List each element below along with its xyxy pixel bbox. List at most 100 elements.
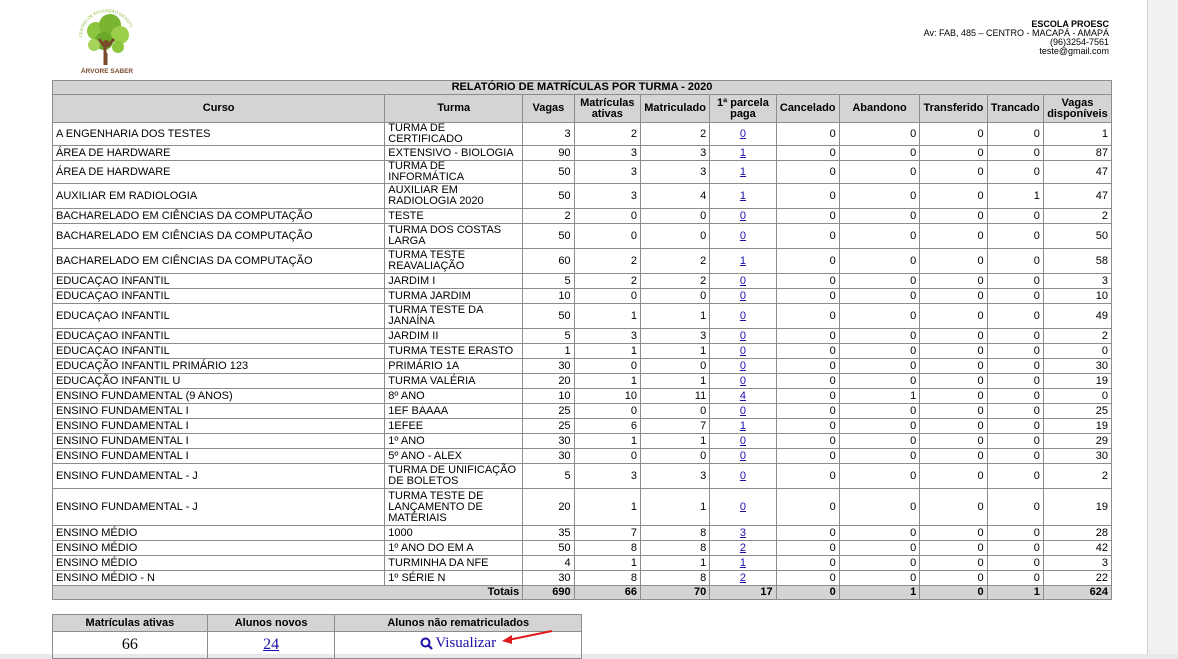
installment-link[interactable]: 1 — [740, 190, 746, 202]
course-cell: EDUCAÇAO INFANTIL — [51, 328, 386, 344]
total-value: 690 — [522, 585, 575, 600]
value-cell: 25 — [522, 418, 575, 434]
installment-link[interactable]: 1 — [740, 557, 746, 569]
column-header: Matrículas ativas — [573, 94, 642, 123]
table-row: ENSINO MÉDIO 1º ANO DO EM A 50 8 8 2 0 0 0 0 42 — [51, 540, 1113, 556]
installment-link[interactable]: 0 — [740, 230, 746, 242]
value-cell: 0 — [919, 418, 988, 434]
installment-cell: 0 — [709, 358, 777, 374]
column-header: Trancado — [986, 94, 1044, 123]
installment-link[interactable]: 1 — [740, 147, 746, 159]
value-cell: 0 — [919, 388, 988, 404]
value-cell: 1 — [573, 433, 642, 449]
value-cell: 0 — [986, 463, 1044, 489]
value-cell: 0 — [919, 183, 988, 209]
installment-link[interactable]: 0 — [740, 275, 746, 287]
installment-link[interactable]: 0 — [740, 405, 746, 417]
installment-link[interactable]: 0 — [740, 360, 746, 372]
installment-link[interactable]: 0 — [740, 501, 746, 513]
value-cell: 3 — [522, 122, 575, 146]
table-row: EDUCAÇÃO INFANTIL PRIMÁRIO 123 PRIMÁRIO 1… — [51, 358, 1113, 374]
total-value: 66 — [573, 585, 642, 600]
totals-row: Totais 690 66 70 17 0 1 0 1 624 — [51, 585, 1113, 600]
installment-link[interactable]: 0 — [740, 310, 746, 322]
value-cell: 0 — [838, 183, 921, 209]
value-cell: 0 — [986, 248, 1044, 274]
total-value: 0 — [775, 585, 840, 600]
class-cell: 8º ANO — [384, 388, 524, 404]
installment-link[interactable]: 0 — [740, 210, 746, 222]
course-cell: BACHARELADO EM CIÊNCIAS DA COMPUTAÇÃO — [51, 223, 386, 249]
table-row: A ENGENHARIA DOS TESTES TURMA DE CERTIFIC… — [51, 122, 1113, 146]
value-cell: 29 — [1042, 433, 1113, 449]
value-cell: 3 — [640, 145, 711, 161]
installment-cell: 0 — [709, 303, 777, 329]
value-cell: 1 — [640, 373, 711, 389]
value-cell: 0 — [838, 463, 921, 489]
class-cell: AUXILIAR EM RADIOLOGIA 2020 — [384, 183, 524, 209]
value-cell: 0 — [775, 145, 840, 161]
value-cell: 0 — [573, 288, 642, 304]
value-cell: 4 — [522, 555, 575, 571]
class-cell: EXTENSIVO - BIOLOGIA — [384, 145, 524, 161]
installment-link[interactable]: 0 — [740, 470, 746, 482]
column-header: Curso — [51, 94, 386, 123]
value-cell: 3 — [640, 160, 711, 184]
installment-link[interactable]: 1 — [740, 255, 746, 267]
column-header: Transferido — [919, 94, 988, 123]
installment-link[interactable]: 3 — [740, 527, 746, 539]
value-cell: 0 — [838, 160, 921, 184]
visualizar-link[interactable]: Visualizar — [420, 635, 496, 652]
table-row: BACHARELADO EM CIÊNCIAS DA COMPUTAÇÃO TUR… — [51, 248, 1113, 274]
value-cell: 0 — [838, 488, 921, 526]
total-value: 17 — [709, 585, 777, 600]
value-cell: 7 — [640, 418, 711, 434]
table-row: ÁREA DE HARDWARE TURMA DE INFORMÁTICA 50 3 3… — [51, 160, 1113, 184]
table-row: BACHARELADO EM CIÊNCIAS DA COMPUTAÇÃO TUR… — [51, 223, 1113, 249]
class-cell: 1EFEE — [384, 418, 524, 434]
value-cell: 30 — [522, 448, 575, 464]
installment-cell: 2 — [709, 540, 777, 556]
installment-link[interactable]: 0 — [740, 128, 746, 140]
value-cell: 35 — [522, 525, 575, 541]
value-cell: 60 — [522, 248, 575, 274]
installment-cell: 3 — [709, 525, 777, 541]
installment-link[interactable]: 0 — [740, 330, 746, 342]
value-cell: 1 — [640, 303, 711, 329]
value-cell: 0 — [838, 248, 921, 274]
installment-link[interactable]: 0 — [740, 345, 746, 357]
table-row: ÁREA DE HARDWARE EXTENSIVO - BIOLOGIA 90 3 3… — [51, 145, 1113, 161]
course-cell: ÁREA DE HARDWARE — [51, 160, 386, 184]
class-cell: TESTE — [384, 208, 524, 224]
value-cell: 0 — [775, 248, 840, 274]
value-cell: 0 — [919, 463, 988, 489]
installment-cell: 0 — [709, 208, 777, 224]
course-cell: EDUCAÇAO INFANTIL — [51, 288, 386, 304]
installment-link[interactable]: 0 — [740, 375, 746, 387]
course-cell: EDUCAÇAO INFANTIL — [51, 303, 386, 329]
installment-link[interactable]: 1 — [740, 420, 746, 432]
installment-link[interactable]: 0 — [740, 435, 746, 447]
value-cell: 0 — [838, 328, 921, 344]
class-cell: 1º ANO — [384, 433, 524, 449]
value-cell: 30 — [522, 433, 575, 449]
scrollbar[interactable] — [1148, 0, 1178, 654]
installment-cell: 0 — [709, 373, 777, 389]
value-cell: 8 — [573, 540, 642, 556]
value-cell: 0 — [986, 555, 1044, 571]
value-cell: 19 — [1042, 488, 1113, 526]
new-students-link[interactable]: 24 — [263, 636, 279, 653]
installment-link[interactable]: 2 — [740, 572, 746, 584]
value-cell: 0 — [775, 463, 840, 489]
installment-link[interactable]: 0 — [740, 450, 746, 462]
installment-cell: 0 — [709, 273, 777, 289]
value-cell: 3 — [1042, 555, 1113, 571]
table-row: BACHARELADO EM CIÊNCIAS DA COMPUTAÇÃO TES… — [51, 208, 1113, 224]
installment-link[interactable]: 2 — [740, 542, 746, 554]
course-cell: ENSINO MÉDIO — [51, 540, 386, 556]
installment-link[interactable]: 0 — [740, 290, 746, 302]
installment-cell: 1 — [709, 248, 777, 274]
value-cell: 0 — [919, 273, 988, 289]
installment-link[interactable]: 4 — [740, 390, 746, 402]
installment-link[interactable]: 1 — [740, 166, 746, 178]
